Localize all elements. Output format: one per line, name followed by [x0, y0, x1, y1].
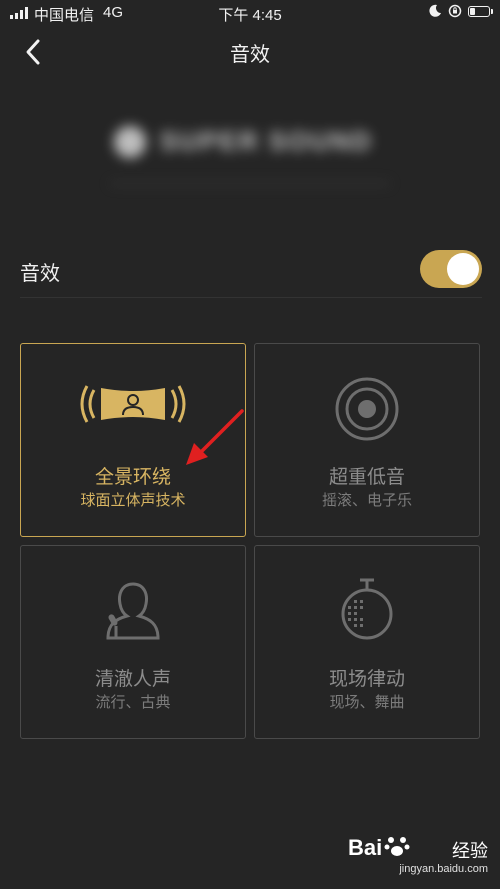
card-title: 清澈人声: [94, 669, 171, 690]
page-title: 音效: [230, 44, 270, 66]
nav-bar: 音效: [0, 26, 500, 76]
sound-effect-label: 音效: [20, 263, 60, 285]
sound-effect-row: 音效: [20, 245, 482, 298]
card-subtitle: 摇滚、电子乐: [321, 492, 412, 509]
surround-icon: [80, 385, 186, 423]
effect-card-live[interactable]: 现场律动 现场、舞曲: [254, 545, 480, 739]
status-icons: [428, 4, 493, 18]
card-subtitle: 现场、舞曲: [329, 694, 405, 711]
disco-ball-icon: [341, 578, 393, 640]
baidu-logo: Bai: [348, 835, 383, 860]
toggle-knob: [447, 253, 479, 285]
watermark-url: jingyan.baidu.com: [399, 863, 488, 875]
moon-icon: [429, 4, 441, 17]
paw-icon: [384, 837, 410, 856]
speaker-icon: [335, 377, 399, 441]
vocal-icon: [106, 582, 160, 640]
card-subtitle: 流行、古典: [95, 694, 171, 711]
status-time: 下午 4:45: [218, 7, 282, 24]
effect-card-bass[interactable]: 超重低音 摇滚、电子乐: [254, 343, 480, 537]
card-title: 现场律动: [328, 669, 405, 690]
brand-logo: SUPER SOUND: [110, 112, 390, 192]
watermark: Bai 经验 jingyan.baidu.com: [348, 833, 488, 883]
sound-effect-toggle[interactable]: [420, 250, 482, 288]
card-title: 超重低音: [328, 467, 405, 488]
rotation-lock-icon: [448, 4, 462, 18]
card-subtitle: 球面立体声技术: [80, 492, 186, 509]
watermark-text: 经验: [452, 841, 488, 861]
status-bar: 中国电信 4G 下午 4:45: [0, 0, 500, 26]
annotation-arrow: [186, 409, 244, 465]
battery-icon: [468, 5, 493, 17]
effect-card-vocal[interactable]: 清澈人声 流行、古典: [20, 545, 246, 739]
